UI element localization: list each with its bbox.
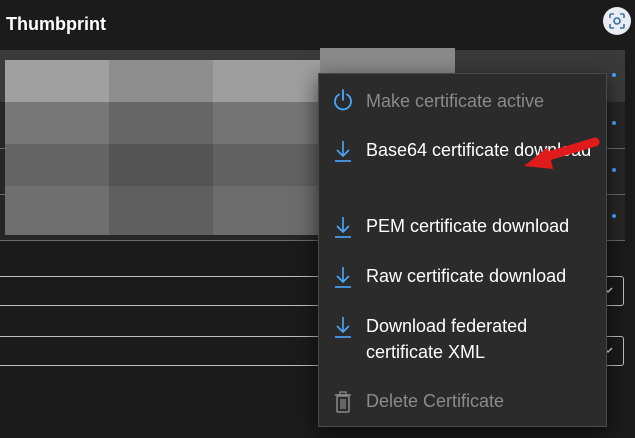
more-options-dot[interactable]	[612, 73, 616, 77]
download-icon	[335, 267, 351, 288]
download-icon	[335, 217, 351, 238]
menu-item-delete-certificate[interactable]: Delete Certificate	[319, 388, 606, 418]
menu-item-federated-xml-download[interactable]: Download federated certificate XML	[319, 313, 606, 365]
more-options-dot[interactable]	[612, 168, 616, 172]
power-icon	[334, 89, 352, 111]
download-icon	[335, 141, 351, 162]
menu-item-label: Download federated certificate XML	[366, 316, 528, 362]
camera-focus-icon	[609, 13, 625, 29]
menu-item-label: Raw certificate download	[366, 266, 567, 286]
menu-item-raw-download[interactable]: Raw certificate download	[319, 263, 606, 293]
page-title: Thumbprint	[6, 14, 106, 34]
menu-item-label: Make certificate active	[366, 91, 545, 111]
redacted-content	[5, 60, 320, 235]
menu-item-pem-download[interactable]: PEM certificate download	[319, 213, 606, 243]
screenshot-button[interactable]	[603, 7, 631, 35]
more-options-dot[interactable]	[612, 214, 616, 218]
menu-item-make-active[interactable]: Make certificate active	[319, 86, 606, 118]
download-icon	[335, 317, 351, 338]
menu-item-label: PEM certificate download	[366, 216, 570, 236]
redacted-header-cell	[320, 48, 455, 73]
more-options-dot[interactable]	[612, 121, 616, 125]
menu-item-label: Delete Certificate	[366, 391, 505, 411]
trash-icon	[335, 391, 351, 413]
red-arrow-annotation-icon	[524, 137, 600, 169]
certificate-context-menu: Make certificate active Base64 certifica…	[318, 73, 607, 427]
